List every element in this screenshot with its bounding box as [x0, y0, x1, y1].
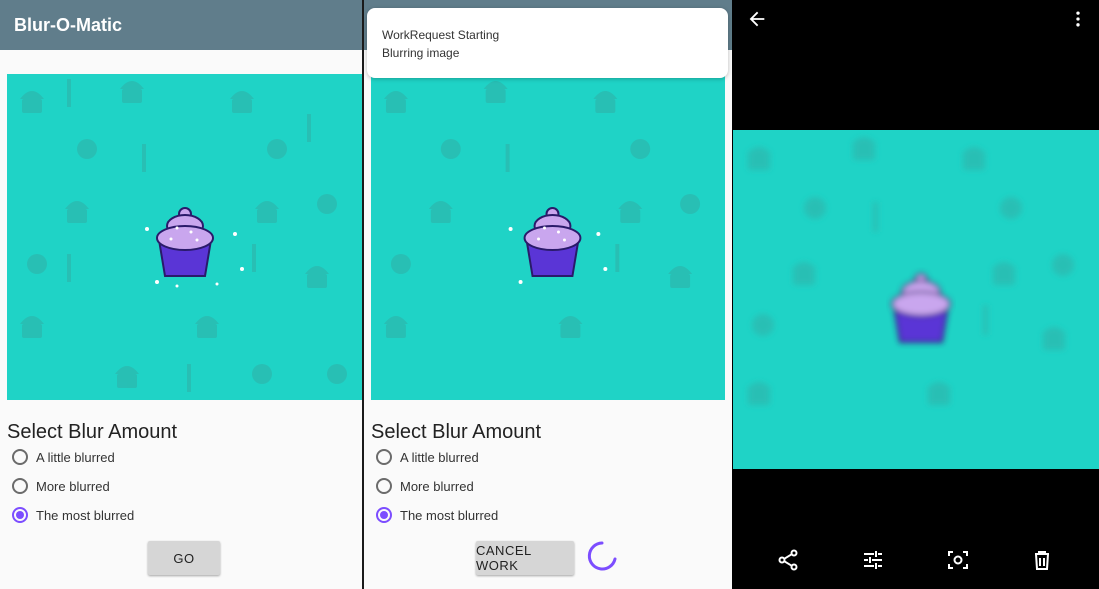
radio-label: The most blurred [400, 507, 499, 523]
progress-spinner-icon [587, 541, 617, 571]
overflow-menu-icon[interactable] [1068, 8, 1088, 30]
radio-most-blurred[interactable]: The most blurred [376, 504, 498, 526]
cupcake-image [7, 74, 362, 400]
radio-button-checked-icon[interactable] [12, 507, 28, 523]
go-button[interactable]: GO [148, 541, 220, 575]
blur-screen: Blur-O-Matic Select Blur Amount A little… [0, 0, 362, 589]
radio-label: A little blurred [400, 449, 479, 465]
blur-amount-title: Select Blur Amount [7, 421, 178, 443]
blur-screen-working: WorkRequest Starting Blurring image Sele… [364, 0, 732, 589]
back-arrow-icon[interactable] [746, 8, 768, 30]
radio-label: More blurred [400, 478, 474, 494]
delete-icon[interactable] [1030, 548, 1054, 572]
radio-button-icon[interactable] [12, 478, 28, 494]
notification-card[interactable]: WorkRequest Starting Blurring image [367, 8, 728, 78]
blur-amount-title: Select Blur Amount [371, 421, 542, 443]
edit-icon[interactable] [861, 548, 885, 572]
radio-a-little-blurred[interactable]: A little blurred [12, 446, 115, 468]
radio-a-little-blurred[interactable]: A little blurred [376, 446, 479, 468]
blurred-image [733, 130, 1099, 469]
radio-button-checked-icon[interactable] [376, 507, 392, 523]
share-icon[interactable] [776, 548, 800, 572]
image-viewer [733, 0, 1099, 589]
radio-button-icon[interactable] [12, 449, 28, 465]
cancel-work-button[interactable]: CANCEL WORK [476, 541, 574, 575]
lens-icon[interactable] [946, 548, 970, 572]
radio-button-icon[interactable] [376, 478, 392, 494]
app-bar: Blur-O-Matic [0, 0, 362, 50]
radio-label: A little blurred [36, 449, 115, 465]
app-title: Blur-O-Matic [14, 15, 122, 35]
cupcake-image [371, 74, 725, 400]
radio-label: More blurred [36, 478, 110, 494]
notification-title: WorkRequest Starting [382, 28, 500, 42]
radio-button-icon[interactable] [376, 449, 392, 465]
radio-more-blurred[interactable]: More blurred [376, 475, 474, 497]
viewer-action-bar [733, 540, 1099, 580]
notification-text: Blurring image [382, 46, 460, 60]
radio-most-blurred[interactable]: The most blurred [12, 504, 134, 526]
radio-more-blurred[interactable]: More blurred [12, 475, 110, 497]
radio-label: The most blurred [36, 507, 135, 523]
